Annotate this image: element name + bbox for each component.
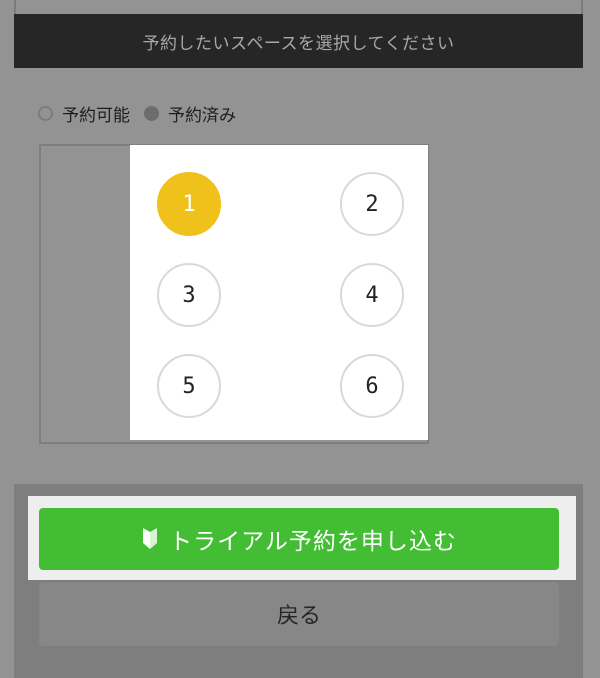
frame-edge-right (581, 0, 583, 14)
page-title: 予約したいスペースを選択してください (14, 14, 583, 68)
seat-3[interactable]: 3 (157, 263, 221, 327)
trial-reservation-button[interactable]: トライアル予約を申し込む (39, 508, 559, 570)
seat-2[interactable]: 2 (340, 172, 404, 236)
seat-legend: 予約可能 予約済み (38, 101, 236, 126)
top-strip (0, 0, 600, 14)
legend-reserved-label: 予約済み (168, 106, 236, 126)
seat-5[interactable]: 5 (157, 354, 221, 418)
seat-1[interactable]: 1 (157, 172, 221, 236)
available-dot-icon (38, 106, 53, 121)
beginner-mark-icon (143, 528, 158, 549)
legend-available-label: 予約可能 (62, 106, 130, 126)
trial-reservation-label: トライアル予約を申し込む (169, 529, 457, 555)
back-label: 戻る (276, 604, 321, 629)
floor-plan-room: 1 2 3 4 5 6 (130, 145, 428, 440)
back-button[interactable]: 戻る (39, 582, 559, 646)
frame-edge-left (14, 0, 16, 14)
reserved-dot-icon (144, 106, 159, 121)
seat-4[interactable]: 4 (340, 263, 404, 327)
page: 予約したいスペースを選択してください 予約可能 予約済み 1 2 3 4 5 6… (0, 0, 600, 678)
seat-6[interactable]: 6 (340, 354, 404, 418)
